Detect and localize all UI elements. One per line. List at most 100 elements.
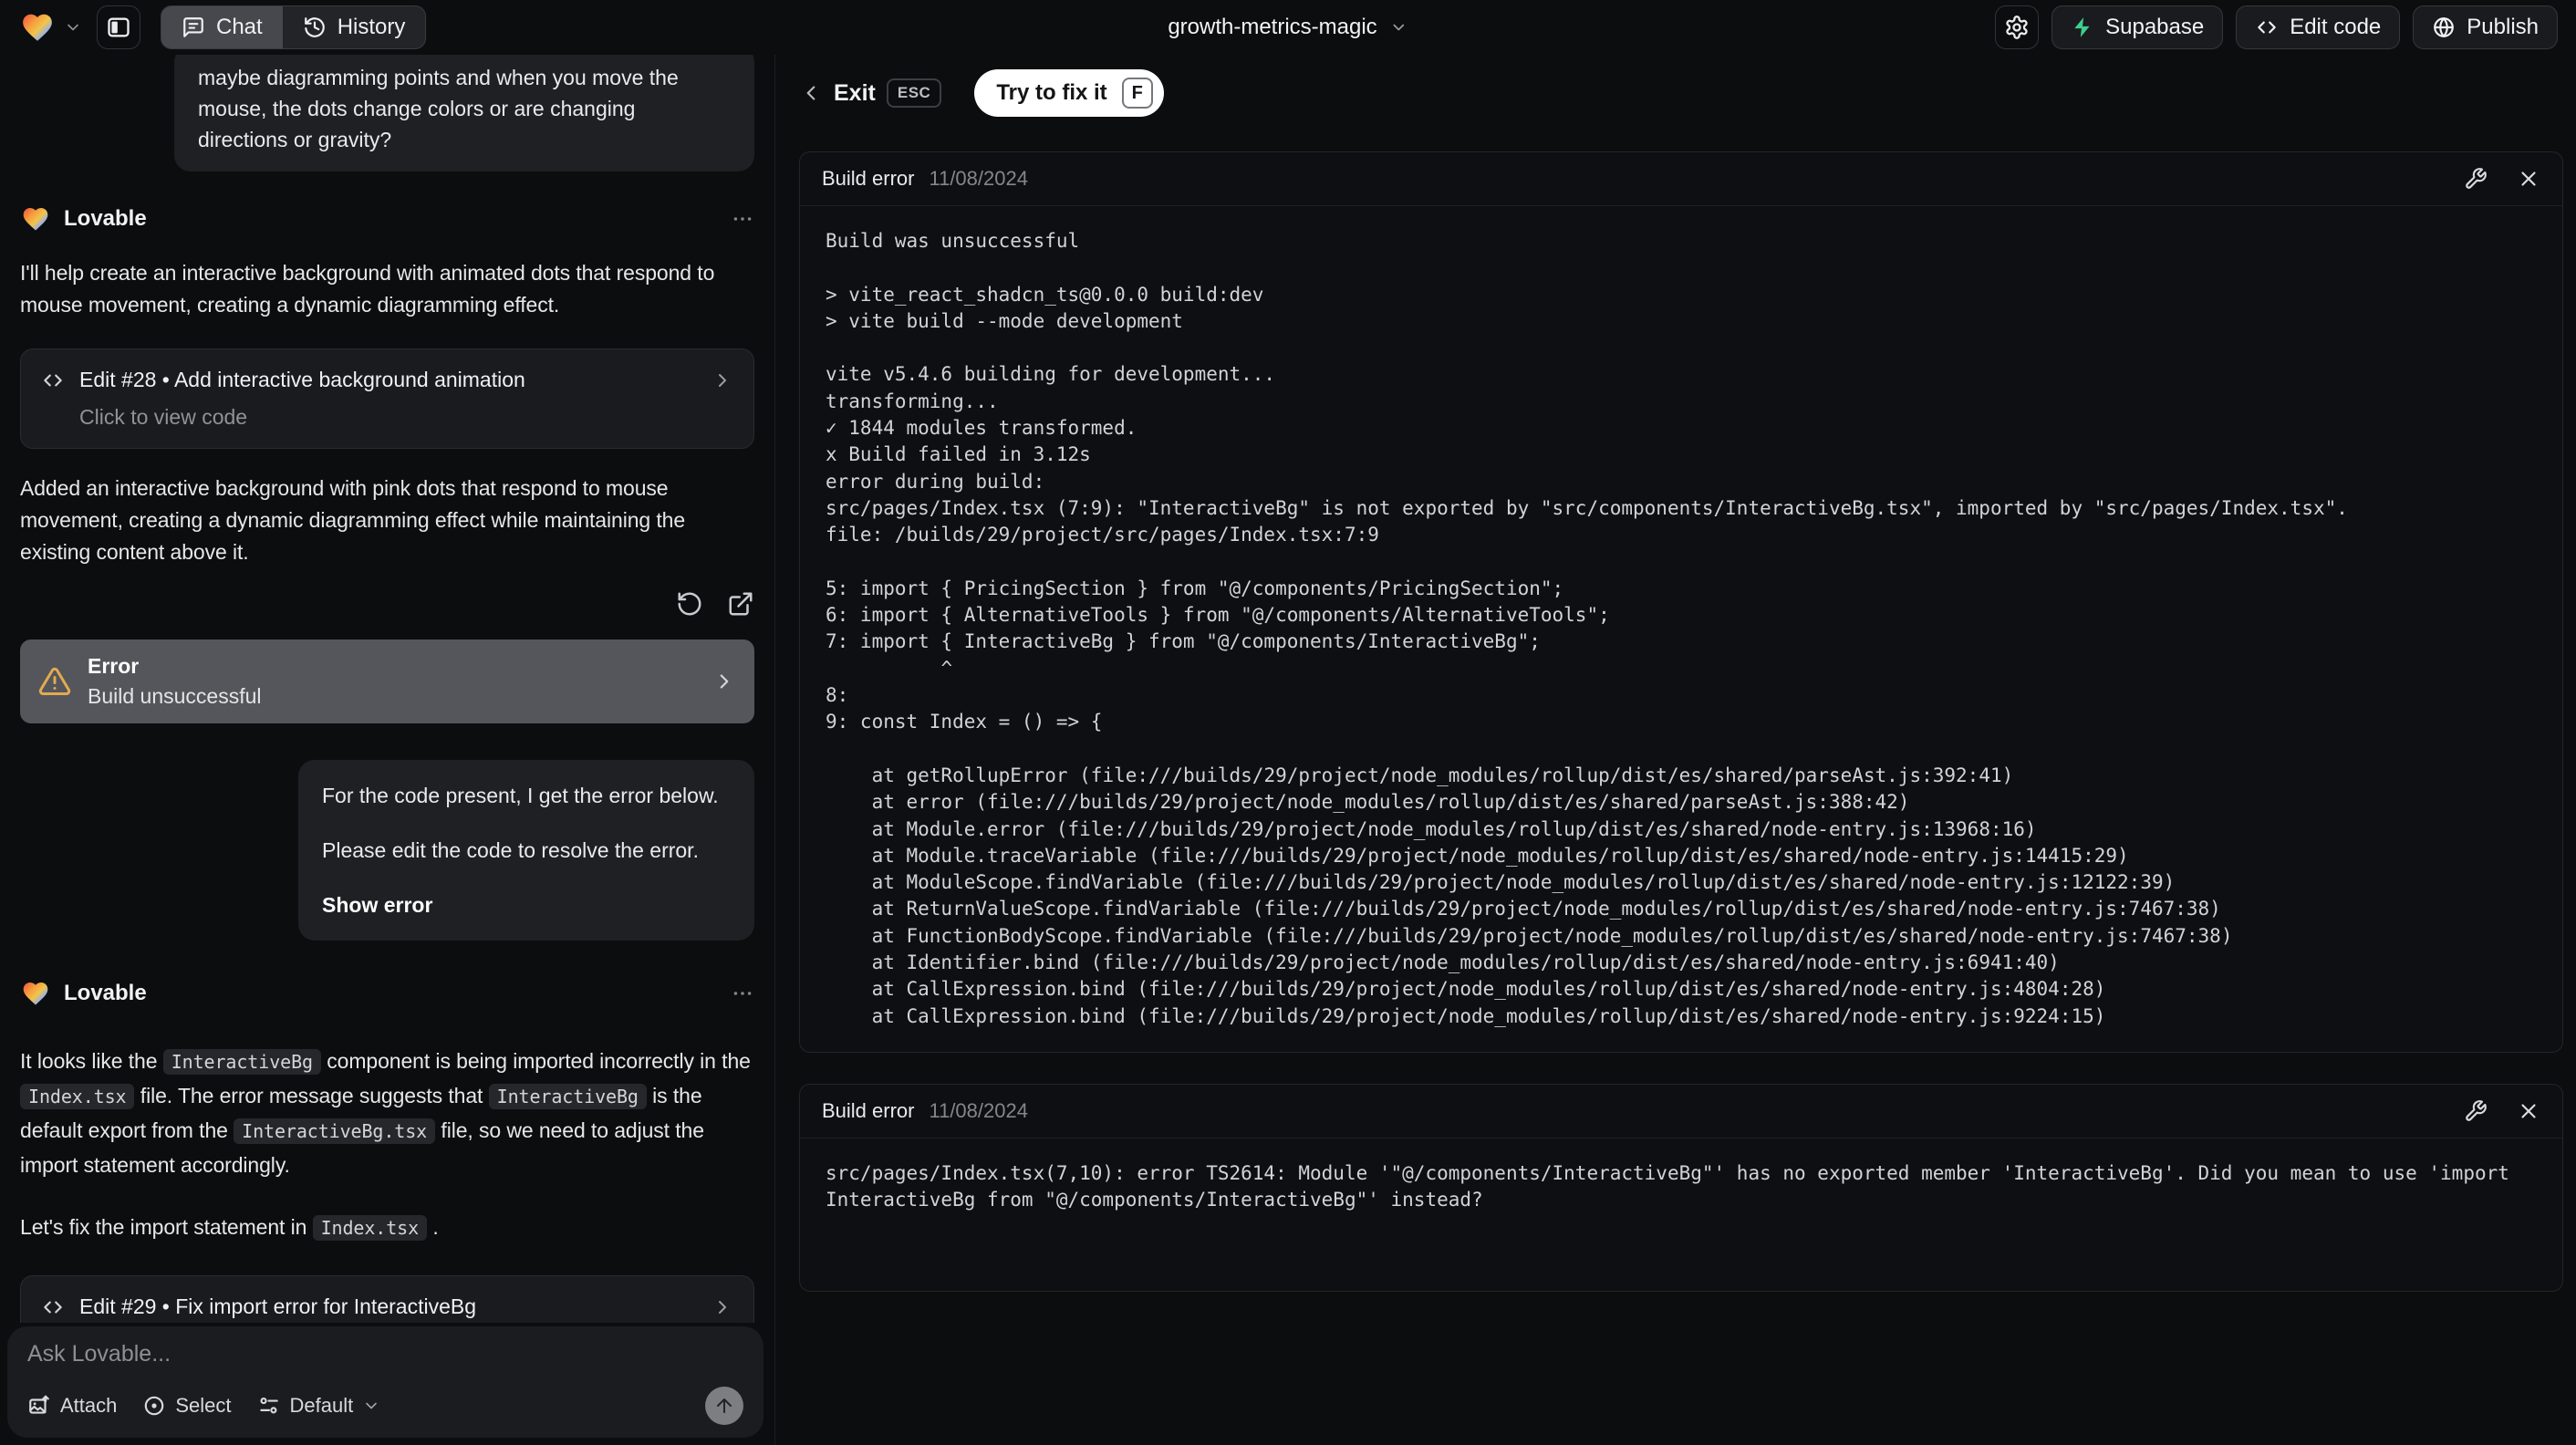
attach-button[interactable]: Attach xyxy=(27,1394,117,1418)
supabase-button[interactable]: Supabase xyxy=(2051,5,2224,49)
arrow-up-icon xyxy=(713,1395,735,1417)
tab-chat-label: Chat xyxy=(216,15,263,39)
build-error-card[interactable]: Error Build unsuccessful xyxy=(20,639,754,723)
edit-card-title: Edit #29 • Fix import error for Interact… xyxy=(79,1294,476,1318)
inline-code: InteractiveBg.tsx xyxy=(234,1118,436,1144)
restore-icon[interactable] xyxy=(676,590,703,618)
error-card-date: 11/08/2024 xyxy=(929,1098,1028,1122)
code-brackets-icon xyxy=(41,1295,65,1319)
open-preview-icon[interactable] xyxy=(727,590,754,618)
try-to-fix-button[interactable]: Try to fix it F xyxy=(974,69,1164,117)
project-selector[interactable]: growth-metrics-magic xyxy=(1168,15,1407,40)
close-icon[interactable] xyxy=(2517,1099,2540,1123)
assistant-header: Lovable xyxy=(20,204,754,234)
assistant-header: Lovable xyxy=(20,979,754,1008)
chat-history-tabs: Chat History xyxy=(161,5,427,49)
lovable-logo-menu[interactable] xyxy=(18,10,82,45)
assistant-paragraph: Let's fix the import statement in Index.… xyxy=(20,1215,439,1241)
esc-key-badge: ESC xyxy=(886,78,942,108)
chat-messages[interactable]: maybe diagramming points and when you mo… xyxy=(0,55,774,1445)
model-label: Default xyxy=(289,1394,354,1417)
close-icon[interactable] xyxy=(2517,167,2540,191)
edit-card-28[interactable]: Edit #28 • Add interactive background an… xyxy=(20,348,754,449)
chat-panel: maybe diagramming points and when you mo… xyxy=(0,55,775,1445)
globe-icon xyxy=(2432,16,2456,39)
edit-card-subtitle: Click to view code xyxy=(79,405,248,429)
assistant-paragraph: It looks like the InteractiveBg componen… xyxy=(20,1049,751,1177)
chevron-down-icon xyxy=(1390,18,1408,36)
chat-input[interactable] xyxy=(27,1341,743,1367)
target-icon xyxy=(142,1394,166,1418)
error-card-header: Build error 11/08/2024 xyxy=(800,1085,2562,1138)
top-bar: Chat History growth-metrics-magic Supaba… xyxy=(0,0,2576,55)
lovable-heart-icon xyxy=(20,204,51,234)
composer: Attach Select Default xyxy=(7,1326,763,1438)
show-error-label[interactable]: Show error xyxy=(322,889,731,920)
inline-code: Index.tsx xyxy=(312,1215,428,1241)
chevron-down-icon xyxy=(362,1397,380,1415)
wrench-icon[interactable] xyxy=(2464,1099,2488,1123)
user-message: maybe diagramming points and when you mo… xyxy=(174,55,754,172)
tab-chat[interactable]: Chat xyxy=(161,6,283,48)
user-message-line: For the code present, I get the error be… xyxy=(322,784,719,807)
chevron-right-icon xyxy=(712,670,736,693)
select-button[interactable]: Select xyxy=(142,1394,232,1418)
user-message-text: maybe diagramming points and when you mo… xyxy=(198,66,679,151)
code-brackets-icon xyxy=(2255,16,2279,39)
chevron-left-icon xyxy=(799,81,823,105)
exit-button[interactable]: Exit ESC xyxy=(799,78,942,108)
publish-button[interactable]: Publish xyxy=(2413,5,2558,49)
error-log-body: Build was unsuccessful > vite_react_shad… xyxy=(800,206,2562,1052)
error-title: Error xyxy=(88,654,140,678)
chevron-right-icon xyxy=(712,369,733,391)
model-selector[interactable]: Default xyxy=(257,1394,381,1418)
supabase-label: Supabase xyxy=(2105,15,2205,39)
error-log-text: src/pages/Index.tsx(7,10): error TS2614:… xyxy=(826,1161,2521,1211)
attach-image-icon xyxy=(27,1394,51,1418)
error-card-header: Build error 11/08/2024 xyxy=(800,152,2562,206)
wrench-icon[interactable] xyxy=(2464,167,2488,191)
supabase-bolt-icon xyxy=(2071,16,2094,39)
fix-panel-header: Exit ESC Try to fix it F xyxy=(799,69,2563,117)
chat-bubble-icon xyxy=(182,16,205,39)
code-brackets-icon xyxy=(41,369,65,392)
attach-label: Attach xyxy=(60,1394,118,1417)
chevron-right-icon xyxy=(712,1296,733,1318)
edit-code-label: Edit code xyxy=(2290,15,2382,39)
settings-button[interactable] xyxy=(1995,5,2040,49)
chevron-down-icon xyxy=(64,18,82,36)
f-key-badge: F xyxy=(1121,78,1153,109)
error-card-date: 11/08/2024 xyxy=(929,167,1028,190)
publish-label: Publish xyxy=(2467,15,2539,39)
assistant-name: Lovable xyxy=(64,206,147,231)
assistant-name: Lovable xyxy=(64,981,147,1005)
tab-history[interactable]: History xyxy=(283,6,426,48)
user-message-line: Please edit the code to resolve the erro… xyxy=(322,838,699,862)
error-log-body: src/pages/Index.tsx(7,10): error TS2614:… xyxy=(800,1138,2562,1291)
error-card-title: Build error xyxy=(822,1098,915,1122)
error-card-title: Build error xyxy=(822,167,915,190)
error-fix-panel: Exit ESC Try to fix it F Build error 11/… xyxy=(775,55,2576,1445)
history-clock-icon xyxy=(303,16,327,39)
tab-history-label: History xyxy=(337,15,406,39)
assistant-paragraph: I'll help create an interactive backgrou… xyxy=(20,261,715,317)
edit-card-title: Edit #28 • Add interactive background an… xyxy=(79,368,525,391)
more-options-icon[interactable] xyxy=(731,982,754,1005)
exit-label: Exit xyxy=(834,79,876,106)
project-name: growth-metrics-magic xyxy=(1168,15,1377,39)
assistant-paragraph: Added an interactive background with pin… xyxy=(20,476,686,564)
build-error-log-card: Build error 11/08/2024 Build was unsucce… xyxy=(799,151,2563,1053)
build-error-log-card: Build error 11/08/2024 src/pages/Index.t… xyxy=(799,1083,2563,1292)
error-subtitle: Build unsuccessful xyxy=(88,684,262,708)
try-to-fix-label: Try to fix it xyxy=(996,80,1107,105)
lovable-heart-icon xyxy=(18,10,57,45)
sidebar-toggle-button[interactable] xyxy=(97,5,140,49)
more-options-icon[interactable] xyxy=(731,207,754,231)
user-message: For the code present, I get the error be… xyxy=(298,760,754,941)
inline-code: InteractiveBg xyxy=(488,1084,647,1109)
edit-code-button[interactable]: Edit code xyxy=(2236,5,2401,49)
lovable-heart-icon xyxy=(20,979,51,1008)
send-button[interactable] xyxy=(705,1387,743,1425)
composer-area: Attach Select Default xyxy=(0,1323,774,1445)
select-label: Select xyxy=(175,1394,232,1417)
